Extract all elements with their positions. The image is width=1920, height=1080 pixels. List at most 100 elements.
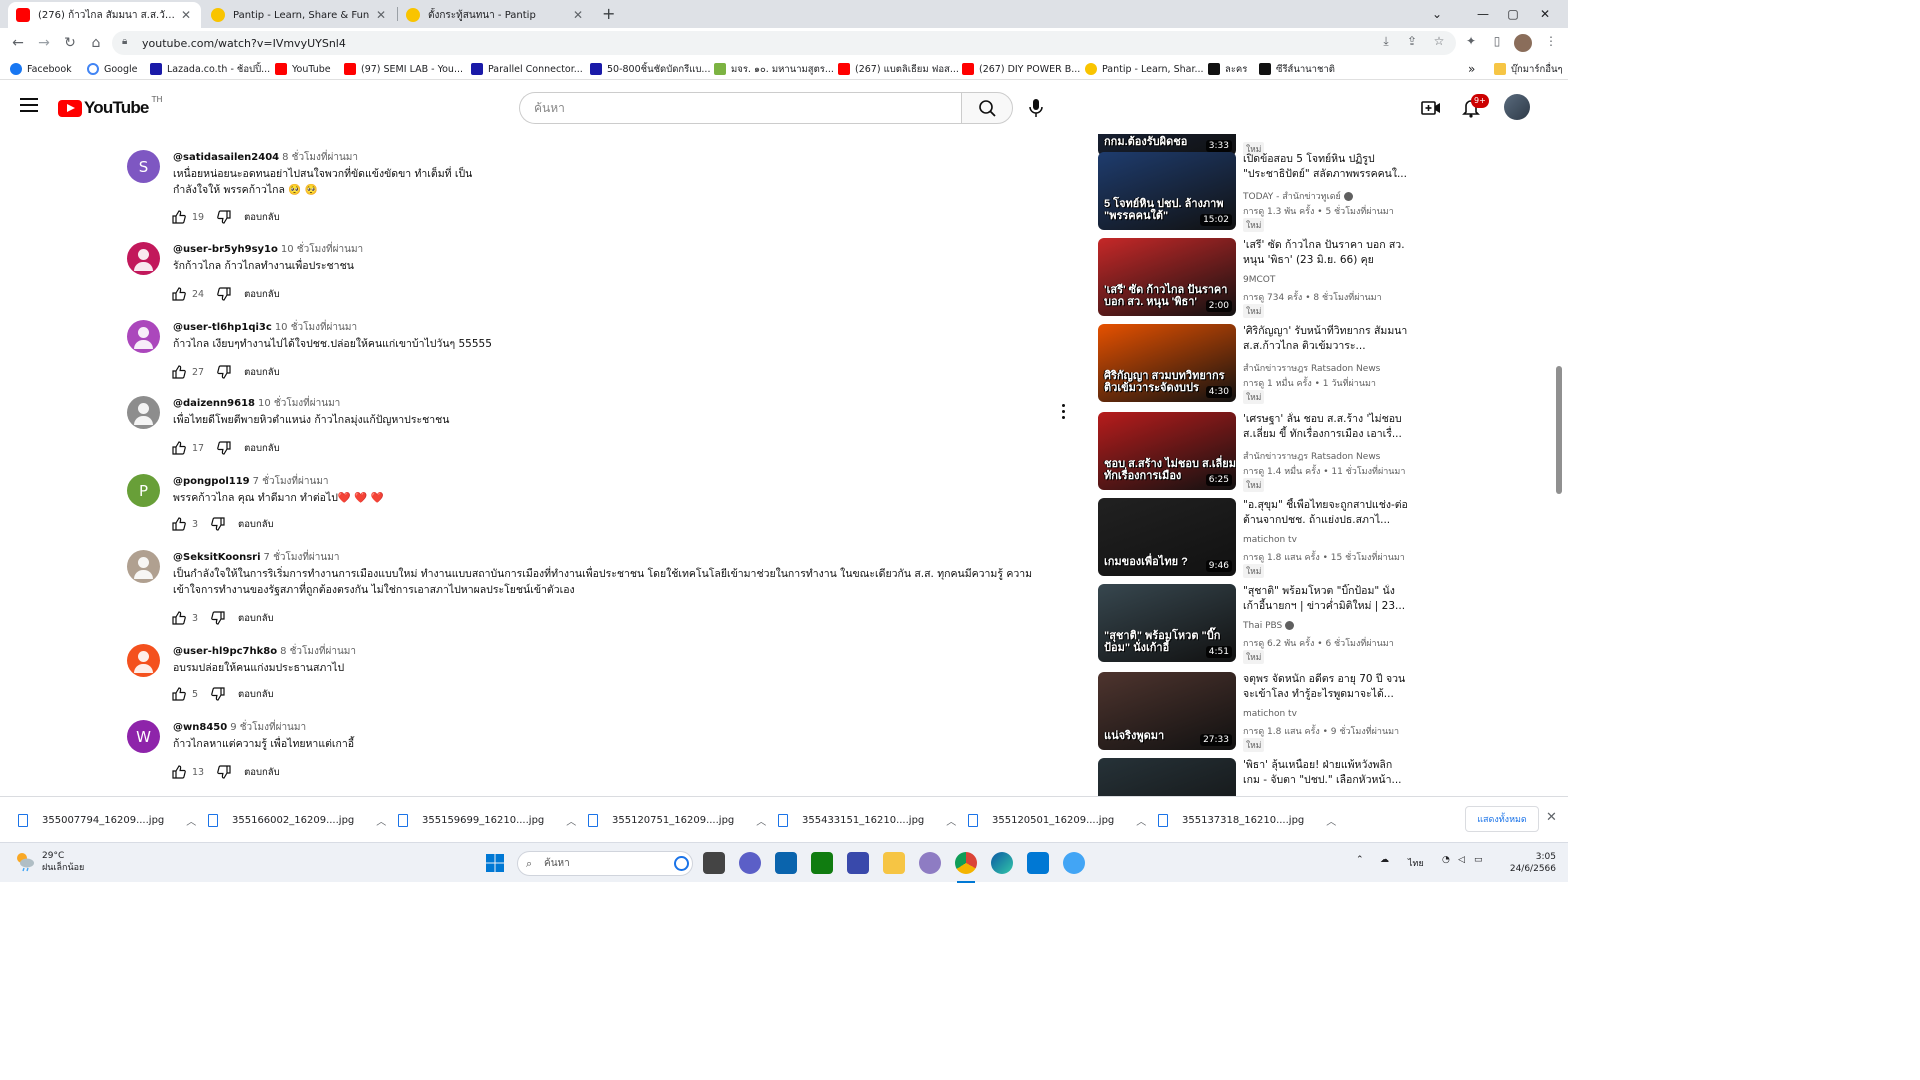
windows-start-icon[interactable] [484,852,506,874]
channel-name[interactable]: TODAY - สำนักข่าวทูเดย์ [1243,189,1353,203]
reply-button[interactable]: ตอบกลับ [244,765,280,780]
reply-button[interactable]: ตอบกลับ [244,287,280,302]
app-icon[interactable] [847,852,869,874]
bookmark-item[interactable]: Facebook [10,61,72,77]
create-button[interactable] [1420,97,1442,119]
commenter-avatar[interactable] [127,644,160,677]
bookmark-item[interactable]: YouTube [275,61,331,77]
related-video[interactable]: "สุชาติ" พร้อมโหวต "บิ๊กป้อม" นั่งเก้าอี… [1098,584,1538,664]
bookmark-item[interactable]: (97) SEMI LAB - You... [344,61,463,77]
thumbs-up-icon[interactable] [171,286,187,302]
chevron-up-icon[interactable]: ︿ [376,813,386,828]
video-title[interactable]: "อ.สุขุม" ชี้เพื่อไทยจะถูกสาปแช่ง-ต่อต้า… [1243,498,1408,528]
comment-time[interactable]: 10 ชั่วโมงที่ผ่านมา [275,322,357,333]
chevron-up-icon[interactable]: ︿ [186,813,196,828]
video-thumbnail[interactable]: 5 โจทย์หิน ปชป. ล้างภาพ "พรรคคนใต้" 15:02 [1098,152,1236,230]
bookmark-item[interactable]: (267) แบตลิเธียม ฟอส... [838,61,959,77]
search-button[interactable] [961,92,1013,124]
bookmark-item[interactable]: 50-800ชิ้นชัดบัดกรีแบ... [590,61,710,77]
channel-name[interactable]: matichon tv [1243,535,1297,545]
video-thumbnail[interactable]: เกมของเพื่อไทย ? 9:46 [1098,498,1236,576]
chevron-up-icon[interactable]: ︿ [1136,813,1146,828]
chrome-icon[interactable] [955,852,977,874]
reply-button[interactable]: ตอบกลับ [244,210,280,225]
home-icon[interactable]: ⌂ [85,32,107,54]
mail-icon[interactable] [775,852,797,874]
install-app-icon[interactable]: ⤓ [1377,34,1395,52]
thumbs-down-icon[interactable] [210,686,226,702]
thumbs-up-icon[interactable] [171,610,187,626]
side-panel-icon[interactable]: ▯ [1488,34,1506,52]
close-tab-icon[interactable]: ✕ [374,8,388,22]
xbox-icon[interactable] [811,852,833,874]
reply-button[interactable]: ตอบกลับ [238,517,274,532]
related-video[interactable]: ชอบ ส.สร้าง ไม่ชอบ ส.เลี่ยม ทักเรื่องการ… [1098,412,1538,492]
reply-button[interactable]: ตอบกลับ [244,441,280,456]
reload-icon[interactable]: ↻ [59,32,81,54]
bookmark-item[interactable]: Pantip - Learn, Shar... [1085,61,1204,77]
tab-search-icon[interactable]: ⌄ [1414,0,1460,28]
reply-button[interactable]: ตอบกลับ [238,611,274,626]
teams-chat-icon[interactable] [739,852,761,874]
related-video[interactable]: 'พิธา' ลุ้นเหนื่อย!'พิธา' ลุ้นเหนื่อย! ฝ… [1098,758,1538,796]
comment-author[interactable]: @user-hl9pc7hk8o [173,646,277,657]
chrome-menu-icon[interactable]: ⋮ [1542,34,1560,52]
back-icon[interactable]: ← [7,32,29,54]
bookmark-item[interactable]: มจร. ๑๐. มหานามสูตร... [714,61,834,77]
commenter-avatar[interactable] [127,320,160,353]
bookmarks-overflow-button[interactable]: » [1468,61,1475,77]
close-downloads-icon[interactable]: ✕ [1546,810,1557,825]
video-title[interactable]: "สุชาติ" พร้อมโหวต "บิ๊กป้อม" นั่งเก้าอี… [1243,584,1408,614]
bookmark-item[interactable]: Parallel Connector... [471,61,583,77]
other-bookmarks[interactable]: บุ๊กมาร์กอื่นๆ [1494,61,1563,77]
download-item[interactable]: 355166002_16209....jpg ︿ [208,811,386,829]
commenter-avatar[interactable]: S [127,150,160,183]
thumbs-up-icon[interactable] [171,516,187,532]
thumbs-up-icon[interactable] [171,209,187,225]
comment-author[interactable]: @user-tl6hp1qi3c [173,322,272,333]
file-explorer-icon[interactable] [883,852,905,874]
channel-name[interactable]: สำนักข่าวราษฎร Ratsadon News [1243,449,1380,463]
download-item[interactable]: 355120751_16209....jpg ︿ [588,811,766,829]
video-title[interactable]: 'เศรษฐา' ลั่น ชอบ ส.ส.ร้าง 'ไม่ชอบ ส.เลี… [1243,412,1408,442]
related-video[interactable]: เกมของเพื่อไทย ? 9:46 "อ.สุขุม" ชี้เพื่อไท… [1098,498,1538,578]
chevron-up-icon[interactable]: ︿ [1326,813,1336,828]
video-thumbnail[interactable]: ศิริกัญญา สวมบทวิทยากร ติวเข้มวาระจัดงบป… [1098,324,1236,402]
close-tab-icon[interactable]: ✕ [571,8,585,22]
comment-author[interactable]: @wn8450 [173,722,227,733]
youtube-logo[interactable]: YouTube TH [58,95,163,118]
comment-author[interactable]: @SeksitKoonsri [173,552,261,563]
tab-pantip-post[interactable]: ตั้งกระทู้สนทนา - Pantip ✕ [398,2,593,28]
video-title[interactable]: เปิดข้อสอบ 5 โจทย์หิน ปฏิรูป "ประชาธิปัต… [1243,152,1408,182]
comment-author[interactable]: @daizenn9618 [173,398,255,409]
channel-name[interactable]: matichon tv [1243,709,1297,719]
video-title[interactable]: จตุพร จัดหนัก อดีตร อายุ 70 ปี จวนจะเข้า… [1243,672,1408,702]
related-video[interactable]: ศิริกัญญา สวมบทวิทยากร ติวเข้มวาระจัดงบป… [1098,324,1538,404]
comment-time[interactable]: 7 ชั่วโมงที่ผ่านมา [264,552,340,563]
thumbs-down-icon[interactable] [216,209,232,225]
account-avatar[interactable] [1504,94,1530,120]
channel-name[interactable]: 9MCOT [1243,275,1275,285]
clock[interactable]: 3:05 24/6/2566 [1508,851,1556,875]
bookmark-item[interactable]: ละคร [1208,61,1247,77]
battery-icon[interactable]: ▭ [1474,855,1483,865]
extensions-icon[interactable]: ✦ [1462,34,1480,52]
store-icon[interactable] [1027,852,1049,874]
download-item[interactable]: 355137318_16210....jpg ︿ [1158,811,1336,829]
download-item[interactable]: 355007794_16209....jpg ︿ [18,811,196,829]
commenter-avatar[interactable] [127,242,160,275]
download-item[interactable]: 355120501_16209....jpg ︿ [968,811,1146,829]
thumbs-up-icon[interactable] [171,764,187,780]
channel-name[interactable]: สำนักข่าวราษฎร Ratsadon News [1243,361,1380,375]
thumbs-up-icon[interactable] [171,440,187,456]
search-input[interactable]: ค้นหา [519,92,961,124]
bookmark-item[interactable]: ซีรีส์นานาชาติ [1259,61,1335,77]
bookmark-item[interactable]: Lazada.co.th - ช้อปปิ้... [150,61,270,77]
video-thumbnail[interactable]: 'เสรี' ซัด ก้าวไกล ปันราคา บอก สว. หนุน … [1098,238,1236,316]
thumbs-down-icon[interactable] [216,364,232,380]
channel-name[interactable]: Thai PBS [1243,621,1295,631]
bookmark-star-icon[interactable]: ☆ [1430,34,1448,52]
comment-time[interactable]: 8 ชั่วโมงที่ผ่านมา [280,646,356,657]
download-item[interactable]: 355433151_16210....jpg ︿ [778,811,956,829]
thumbs-down-icon[interactable] [216,286,232,302]
